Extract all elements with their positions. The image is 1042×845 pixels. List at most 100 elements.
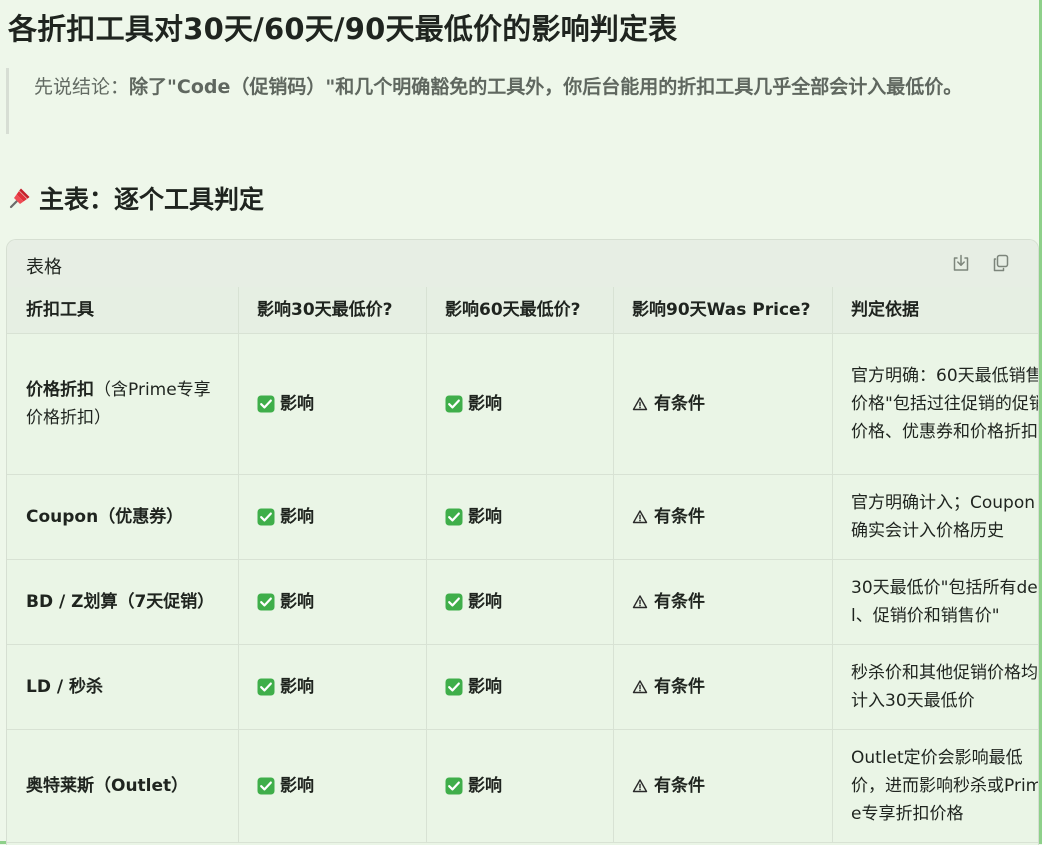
status-label: 影响 [280, 776, 314, 796]
status-label: 有条件 [654, 592, 705, 612]
header-90day: 影响90天Was Price? [614, 287, 833, 333]
check-icon [445, 395, 463, 413]
impact-30-cell: 影响 [239, 334, 427, 474]
download-icon[interactable] [950, 252, 972, 274]
impact-60-cell: 影响 [427, 560, 614, 644]
tool-name: Coupon（优惠券） [26, 507, 184, 527]
basis-cell: 官方明确：60天最低销售价格"包括过往促销的促销价格、优惠券和价格折扣" [833, 334, 1039, 474]
status-label: 影响 [280, 394, 314, 414]
warning-icon [632, 509, 648, 525]
status-affects: 影响 [257, 772, 314, 800]
tool-cell: 奥特莱斯（Outlet） [7, 730, 239, 842]
status-label: 有条件 [654, 677, 705, 697]
impact-90-cell: 有条件 [614, 560, 833, 644]
page: { "title": "各折扣工具对30天/60天/90天最低价的影响判定表",… [0, 0, 1042, 845]
status-label: 影响 [468, 394, 502, 414]
warning-icon [632, 679, 648, 695]
status-affects: 影响 [257, 503, 314, 531]
basis-cell: 官方明确计入；Coupon确实会计入价格历史 [833, 475, 1038, 559]
impact-30-cell: 影响 [239, 645, 427, 729]
section-heading-text: 主表：逐个工具判定 [39, 185, 265, 214]
table-header-row: 折扣工具 影响30天最低价? 影响60天最低价? 影响90天Was Price?… [7, 287, 1038, 334]
status-label: 影响 [468, 507, 502, 527]
status-label: 有条件 [654, 507, 705, 527]
basis-text: 秒杀价和其他促销价格均计入30天最低价 [851, 663, 1038, 711]
check-icon [257, 395, 275, 413]
basis-cell: Outlet定价会影响最低价，进而影响秒杀或Prime专享折扣价格 [833, 730, 1039, 842]
tool-cell: 价格折扣（含Prime专享价格折扣） [7, 334, 239, 474]
header-60day: 影响60天最低价? [427, 287, 614, 333]
impact-60-cell: 影响 [427, 730, 614, 842]
check-icon [257, 593, 275, 611]
check-icon [257, 678, 275, 696]
status-affects: 影响 [445, 503, 502, 531]
tool-cell: BD / Z划算（7天促销） [7, 560, 239, 644]
status-label: 有条件 [654, 394, 705, 414]
status-affects: 影响 [445, 390, 502, 418]
conclusion-text: 先说结论：除了"Code（促销码）"和几个明确豁免的工具外，你后台能用的折扣工具… [34, 72, 994, 102]
tool-name: 价格折扣 [26, 380, 94, 400]
status-label: 影响 [468, 677, 502, 697]
status-affects: 影响 [257, 588, 314, 616]
pushpin-icon [7, 185, 33, 211]
status-label: 影响 [280, 507, 314, 527]
table-card-header: 表格 [7, 240, 1038, 288]
status-conditional: 有条件 [632, 503, 705, 531]
impact-30-cell: 影响 [239, 560, 427, 644]
header-basis: 判定依据 [851, 300, 919, 320]
status-affects: 影响 [445, 772, 502, 800]
impact-60-cell: 影响 [427, 475, 614, 559]
status-affects: 影响 [445, 588, 502, 616]
blockquote: 先说结论：除了"Code（促销码）"和几个明确豁免的工具外，你后台能用的折扣工具… [6, 68, 999, 134]
status-affects: 影响 [257, 673, 314, 701]
table-row: 价格折扣（含Prime专享价格折扣） 影响 影响 有条件 官方明确：60天最低销… [7, 334, 1039, 475]
warning-icon [632, 778, 648, 794]
table-row: Coupon（优惠券） 影响 影响 有条件 官方明确计入；Coupon确实会计入… [7, 475, 1038, 560]
tool-name-wrap: 价格折扣（含Prime专享价格折扣） [26, 376, 220, 432]
impact-30-cell: 影响 [239, 730, 427, 842]
basis-text: 官方明确计入；Coupon确实会计入价格历史 [851, 493, 1036, 541]
impact-60-cell: 影响 [427, 645, 614, 729]
status-affects: 影响 [257, 390, 314, 418]
table-row: BD / Z划算（7天促销） 影响 影响 有条件 30天最低价"包括所有deal… [7, 560, 1039, 645]
header-tool: 折扣工具 [7, 287, 239, 333]
header-30day: 影响30天最低价? [239, 287, 427, 333]
basis-text: 官方明确：60天最低销售价格"包括过往促销的促销价格、优惠券和价格折扣" [851, 366, 1039, 442]
status-label: 有条件 [654, 776, 705, 796]
tool-cell: Coupon（优惠券） [7, 475, 239, 559]
tool-name: LD / 秒杀 [26, 677, 103, 697]
basis-text: 30天最低价"包括所有deal、促销价和销售价" [851, 578, 1039, 626]
basis-cell: 30天最低价"包括所有deal、促销价和销售价" [833, 560, 1039, 644]
tool-cell: LD / 秒杀 [7, 645, 239, 729]
status-label: 影响 [280, 592, 314, 612]
conclusion-lead: 先说结论： [34, 76, 130, 98]
check-icon [445, 508, 463, 526]
status-label: 影响 [468, 592, 502, 612]
impact-30-cell: 影响 [239, 475, 427, 559]
impact-90-cell: 有条件 [614, 645, 833, 729]
tool-name: BD / Z划算（7天促销） [26, 592, 215, 612]
copy-icon[interactable] [990, 252, 1012, 274]
status-label: 影响 [280, 677, 314, 697]
impact-90-cell: 有条件 [614, 475, 833, 559]
warning-icon [632, 396, 648, 412]
impact-60-cell: 影响 [427, 334, 614, 474]
warning-icon [632, 594, 648, 610]
check-icon [445, 678, 463, 696]
basis-text: Outlet定价会影响最低价，进而影响秒杀或Prime专享折扣价格 [851, 748, 1039, 824]
impact-90-cell: 有条件 [614, 730, 833, 842]
basis-cell: 秒杀价和其他促销价格均计入30天最低价 [833, 645, 1038, 729]
conclusion-bold: 除了"Code（促销码）"和几个明确豁免的工具外，你后台能用的折扣工具几乎全部会… [129, 76, 963, 98]
discount-table: 折扣工具 影响30天最低价? 影响60天最低价? 影响90天Was Price?… [7, 287, 1038, 843]
status-affects: 影响 [445, 673, 502, 701]
table-card: 表格 折扣工具 影响30天最低价? 影响60天最低价? 影响90天Was Pri… [6, 239, 1039, 845]
check-icon [445, 777, 463, 795]
status-conditional: 有条件 [632, 673, 705, 701]
table-label: 表格 [26, 257, 62, 278]
section-heading: 主表：逐个工具判定 [7, 180, 264, 216]
impact-90-cell: 有条件 [614, 334, 833, 474]
status-label: 影响 [468, 776, 502, 796]
status-conditional: 有条件 [632, 772, 705, 800]
tool-name: 奥特莱斯（Outlet） [26, 776, 189, 796]
page-title: 各折扣工具对30天/60天/90天最低价的影响判定表 [8, 12, 678, 46]
